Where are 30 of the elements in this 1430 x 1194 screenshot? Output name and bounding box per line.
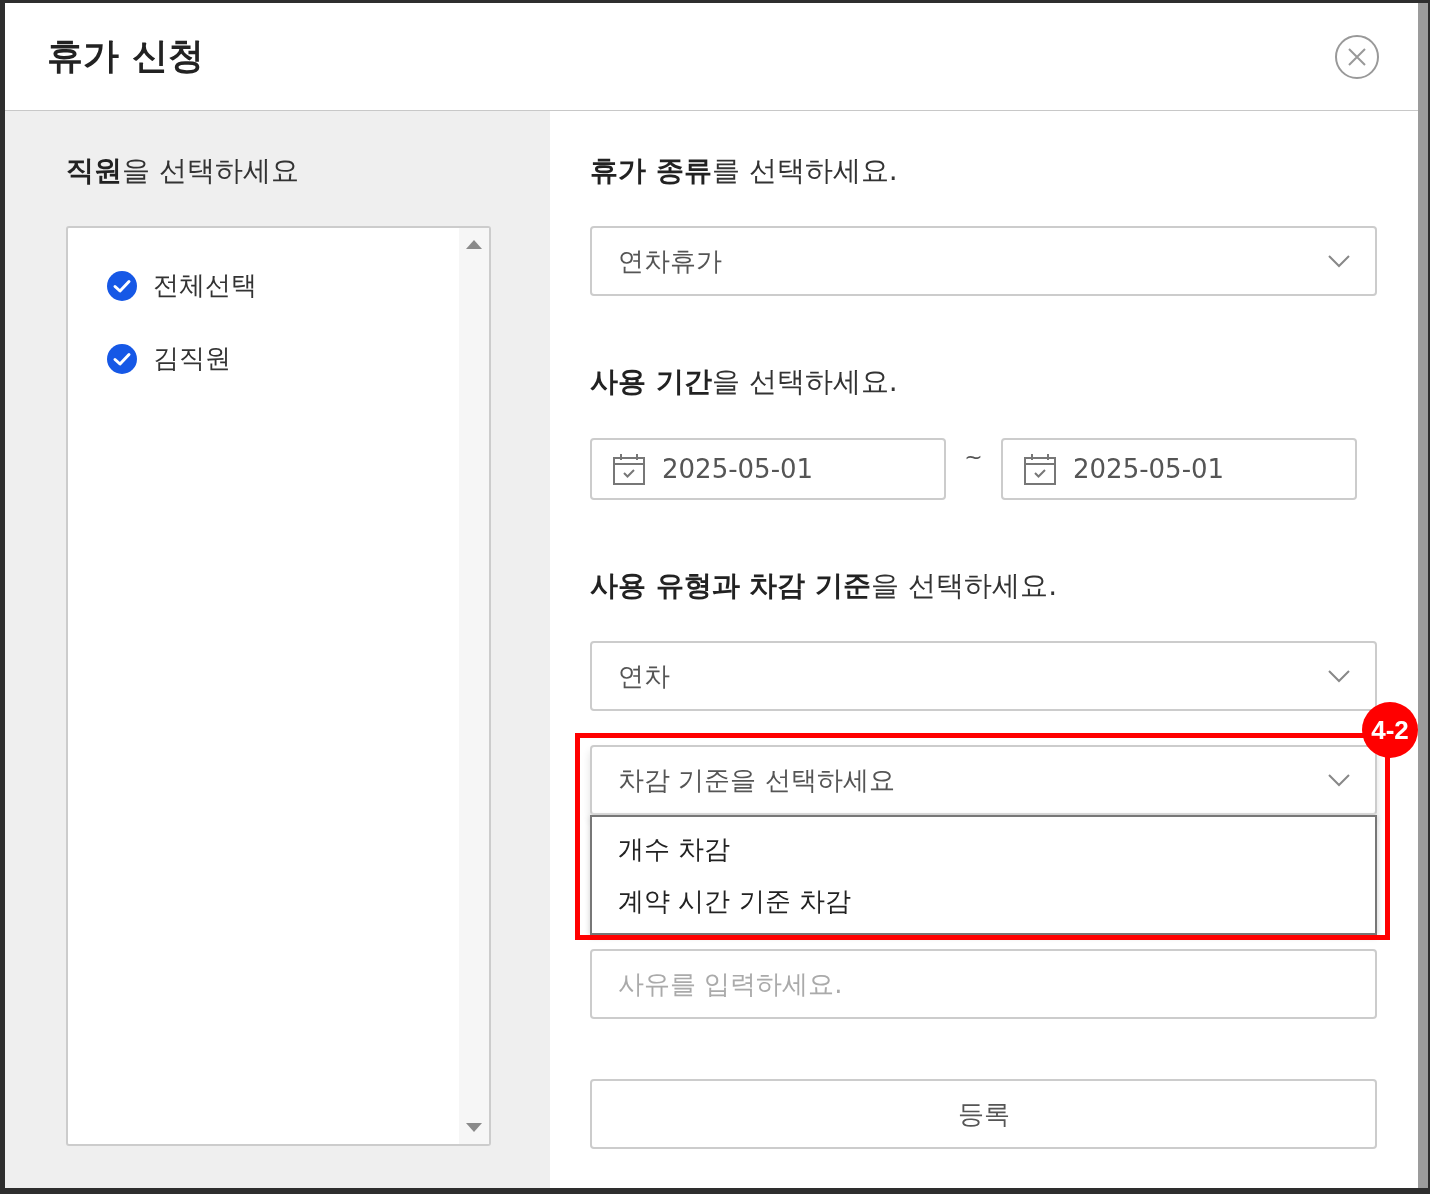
employee-name: 김직원 [153,342,231,375]
close-icon[interactable] [1334,33,1380,80]
employee-item[interactable]: 전체선택 [106,268,459,303]
submit-button[interactable]: 등록 [590,1079,1377,1149]
calendar-icon [1023,452,1057,486]
deduction-select[interactable]: 차감 기준을 선택하세요 [590,745,1377,815]
scroll-down-icon[interactable] [465,1122,483,1134]
scroll-up-icon[interactable] [465,238,483,250]
section-heading: 사용 유형과 차감 기준을 선택하세요. [590,568,1059,604]
chevron-down-icon [1327,669,1351,683]
usage-type-select[interactable]: 연차 [590,641,1377,711]
section-heading: 사용 기간을 선택하세요. [590,364,899,400]
section-heading: 직원을 선택하세요 [66,153,300,189]
checkbox-icon[interactable] [106,269,138,302]
range-separator: ~ [963,444,984,469]
dropdown-option[interactable]: 개수 차감 [592,823,1375,875]
scrollbar[interactable] [459,228,489,1144]
leave-type-select[interactable]: 연차휴가 [590,226,1377,296]
date-field[interactable]: 2025-05-01 [590,438,946,500]
dialog-title: 휴가 신청 [47,34,204,78]
section-heading: 휴가 종류를 선택하세요. [590,153,899,189]
checkbox-icon[interactable] [106,342,138,375]
reason-input[interactable]: 사유를 입력하세요. [590,949,1377,1019]
calendar-icon [612,452,646,486]
date-field[interactable]: 2025-05-01 [1001,438,1357,500]
chevron-down-icon [1327,773,1351,787]
chevron-down-icon [1327,254,1351,268]
dropdown-option[interactable]: 계약 시간 기준 차감 [592,875,1375,927]
employee-name: 전체선택 [153,269,257,302]
employee-item[interactable]: 김직원 [106,341,459,376]
